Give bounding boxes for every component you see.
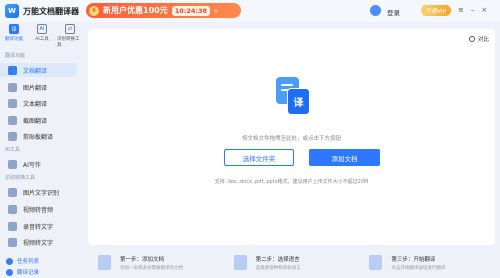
sidebar-item-label: 截图翻译	[23, 117, 48, 125]
sidebar-item-label: AI写作	[23, 161, 41, 169]
category-translate[interactable]: 译 翻译功能	[1, 24, 27, 42]
sidebar-item-label: 录音转文字	[23, 223, 54, 231]
category-label: 识别转换工具	[57, 37, 80, 48]
task-list-icon	[6, 257, 13, 265]
history-link[interactable]: 翻译记录	[6, 268, 39, 276]
login-link[interactable]: 登录	[387, 7, 400, 17]
sidebar-item-audio-to-text[interactable]: 录音转文字	[0, 219, 77, 233]
promo-text: 新用户优惠100元	[103, 6, 168, 15]
document-translate-icon: 译	[276, 77, 310, 115]
step-title: 第一步：添加文档	[120, 257, 165, 263]
ocr-icon	[8, 187, 17, 197]
ai-writing-icon	[8, 159, 17, 169]
sidebar-item-image-translate[interactable]: 图片翻译	[0, 80, 77, 94]
steps-bar: 第一步：添加文档添加一份或多份需要翻译的文档 第二步：选择语言 选择源语种和目标语…	[88, 250, 495, 278]
promo-countdown: 10:24:38	[171, 5, 211, 16]
document-icon	[8, 65, 17, 75]
drop-hint: 将文档文件拖拽至此处，或点击下方按钮	[241, 136, 341, 142]
step-desc: 添加一份或多份需要翻译的文档	[120, 266, 183, 271]
sidebar-item-screenshot-translate[interactable]: 截图翻译	[0, 113, 77, 127]
sidebar: 翻译功能 文档翻译 图片翻译 文本翻译 截图翻译 剪贴板翻译 AI工具 AI写作…	[0, 50, 80, 278]
section-translate-heading: 翻译功能	[5, 53, 26, 59]
history-icon	[6, 268, 13, 276]
section-convert-heading: 识别转换工具	[5, 175, 36, 181]
minimize-icon[interactable]: –	[471, 6, 475, 14]
info-icon	[468, 36, 475, 42]
translate-category-icon: 译	[9, 24, 19, 34]
sidebar-item-label: 图片文字识别	[23, 189, 60, 197]
step-desc: 点击开始翻译按钮进行翻译	[391, 266, 446, 271]
user-avatar[interactable]	[370, 5, 381, 16]
add-document-button[interactable]: 添加文档	[309, 149, 380, 166]
history-label: 翻译记录	[17, 270, 40, 276]
menu-icon[interactable]: ≡	[458, 6, 464, 14]
compare-label: 对比	[477, 37, 489, 43]
image-icon	[8, 82, 17, 92]
sidebar-item-label: 图片翻译	[23, 84, 48, 92]
sidebar-item-clipboard-translate[interactable]: 剪贴板翻译	[0, 129, 77, 143]
sidebar-item-doc-translate[interactable]: 文档翻译	[0, 63, 77, 77]
app-name: 万能文档翻译器	[23, 6, 79, 16]
sidebar-item-label: 文本翻译	[23, 100, 48, 108]
start-translate-step-icon	[369, 255, 383, 270]
step-title: 第三步：开始翻译	[391, 257, 436, 263]
vip-button[interactable]: 开通VIP	[421, 5, 451, 16]
close-icon[interactable]: ×	[481, 6, 487, 14]
clipboard-icon	[8, 131, 17, 141]
sidebar-item-label: 剪贴板翻译	[23, 133, 54, 141]
add-document-step-icon	[98, 255, 111, 270]
step-title: 第二步：选择语言	[255, 257, 300, 263]
category-convert[interactable]: ⇄ 识别转换工具	[57, 24, 83, 48]
sidebar-item-text-translate[interactable]: 文本翻译	[0, 96, 77, 110]
select-folder-button[interactable]: 选择文件夹	[224, 149, 294, 166]
section-ai-heading: AI工具	[5, 147, 20, 153]
screenshot-icon	[8, 115, 17, 125]
category-label: 翻译功能	[5, 37, 23, 42]
app-logo-icon: W	[5, 4, 19, 18]
video-icon	[8, 204, 17, 214]
language-step-icon	[233, 255, 247, 270]
step-2: 第二步：选择语言 选择源语种和目标语言	[224, 250, 360, 278]
text-icon	[8, 98, 17, 108]
category-ai[interactable]: AI AI工具	[29, 24, 55, 42]
step-1: 第一步：添加文档添加一份或多份需要翻译的文档	[88, 250, 224, 278]
sidebar-item-video-to-audio[interactable]: 视频转音频	[0, 202, 77, 216]
sidebar-item-label: 视频转文字	[23, 239, 54, 247]
microphone-icon	[8, 221, 17, 231]
task-list-link[interactable]: 任务列表	[6, 257, 39, 265]
compare-toggle[interactable]: 对比	[468, 35, 489, 43]
sidebar-item-ocr[interactable]: 图片文字识别	[0, 185, 77, 199]
step-desc: 选择源语种和目标语言	[255, 266, 301, 271]
sidebar-item-video-to-text[interactable]: 视频转文字	[0, 235, 77, 249]
step-3: 第三步：开始翻译点击开始翻译按钮进行翻译	[359, 250, 495, 278]
promo-banner[interactable]: ¥ 新用户优惠100元 10:24:38 »	[86, 3, 241, 18]
supported-formats-text: 支持 .doc,.docx,.pdf,.pptx格式，建议用户上传文件大小不超过…	[214, 179, 369, 185]
category-label: AI工具	[35, 37, 49, 42]
ai-category-icon: AI	[37, 24, 47, 34]
coupon-icon: ¥	[89, 5, 99, 16]
sidebar-item-label: 视频转音频	[23, 206, 54, 214]
promo-arrow-icon: »	[214, 6, 219, 15]
upload-panel[interactable]: 对比 译 将文档文件拖拽至此处，或点击下方按钮 选择文件夹 添加文档 支持 .d…	[88, 29, 495, 245]
convert-category-icon: ⇄	[65, 24, 75, 34]
category-switcher: 译 翻译功能 AI AI工具 ⇄ 识别转换工具	[0, 22, 84, 50]
sidebar-item-label: 文档翻译	[23, 67, 48, 75]
task-list-label: 任务列表	[17, 259, 40, 265]
video-text-icon	[8, 237, 17, 247]
window-controls: ≡ – ×	[458, 6, 487, 14]
sidebar-item-ai-writing[interactable]: AI写作	[0, 157, 77, 171]
